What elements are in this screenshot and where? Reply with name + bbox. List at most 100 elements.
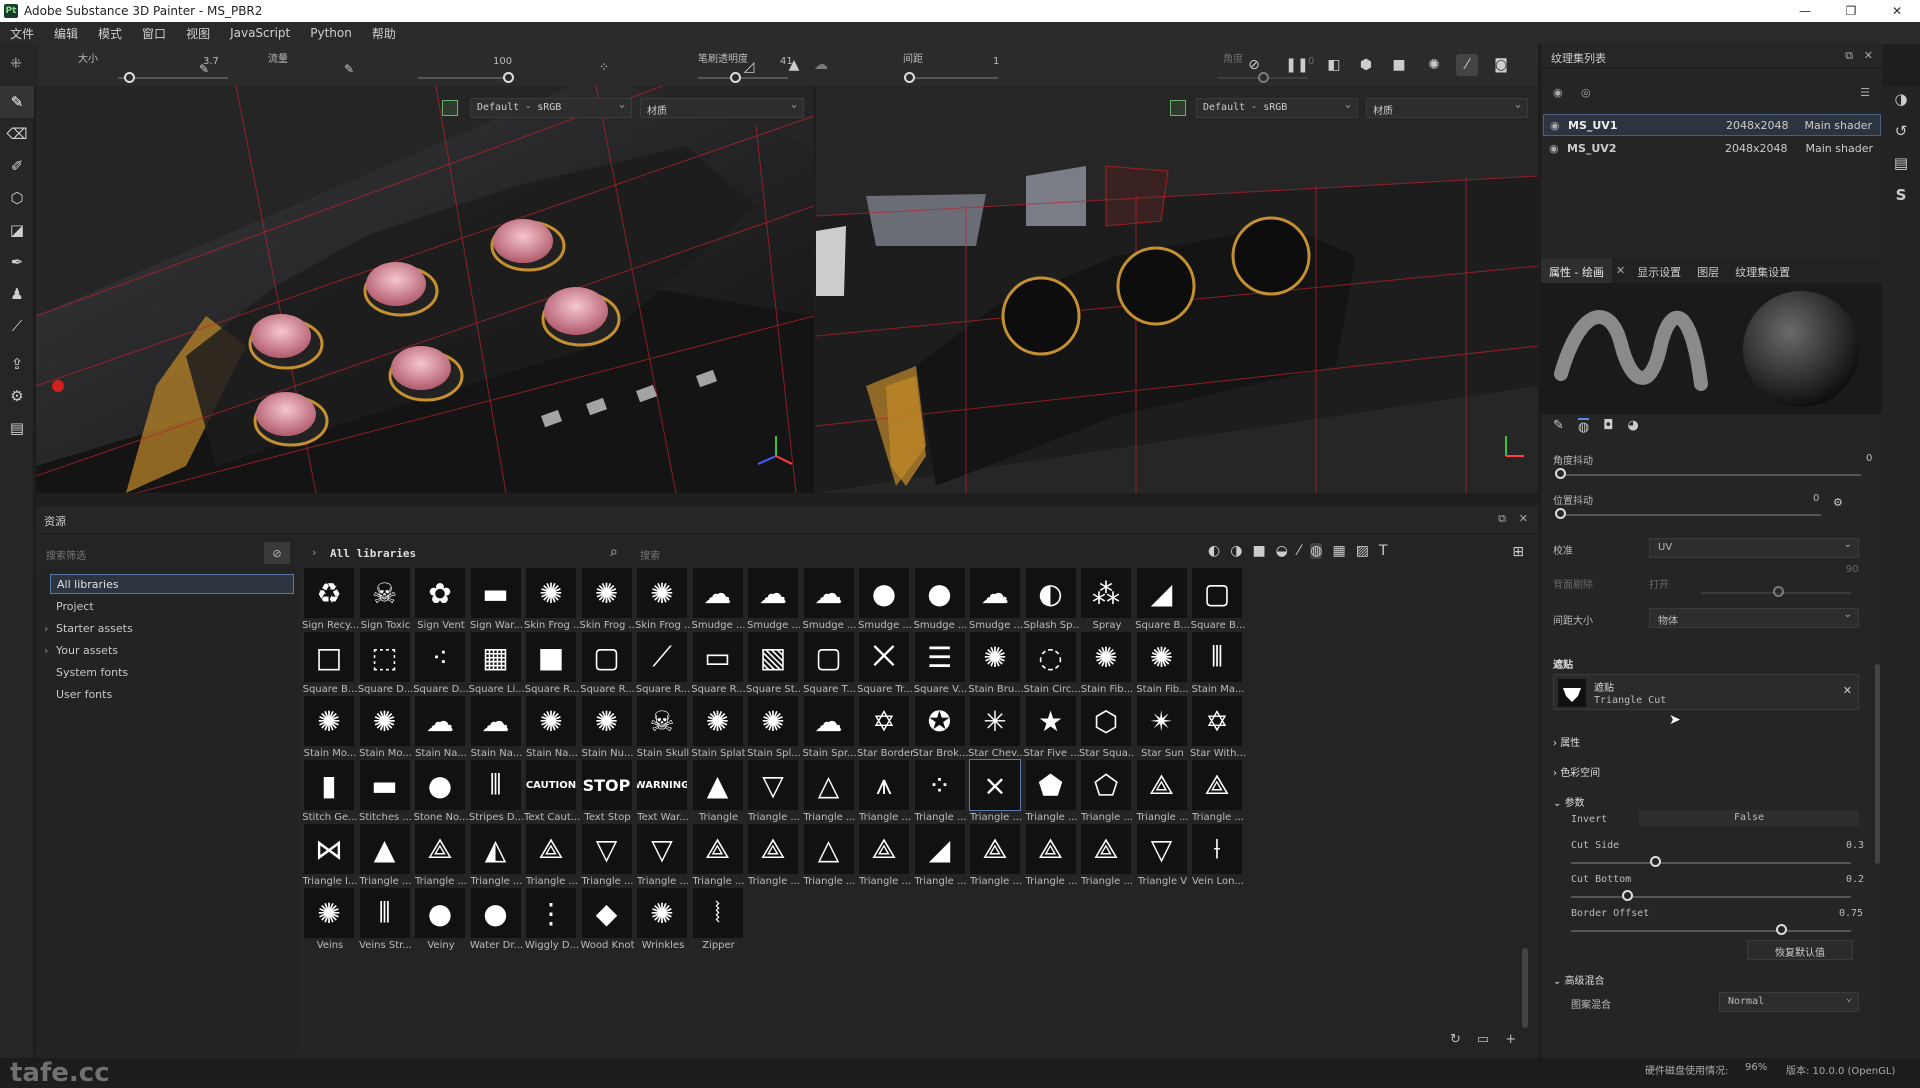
alpha-tab-icon[interactable]: ◍ — [1577, 418, 1590, 442]
viewport-3d-channel-select[interactable]: 材质 — [640, 98, 804, 118]
close-icon[interactable]: ✕ — [1874, 0, 1920, 22]
restore-icon[interactable]: ❐ — [1828, 0, 1874, 22]
angle-jitter-track[interactable] — [1561, 474, 1861, 476]
environment-icon[interactable]: ◑ — [1894, 90, 1907, 108]
asset-tile[interactable]: ◢ Triangle ... — [913, 824, 968, 900]
tab-layers[interactable]: 图层 — [1689, 258, 1727, 283]
split-view-icon[interactable]: ◧ — [1323, 54, 1345, 76]
tab-close-icon[interactable]: ✕ — [1612, 258, 1629, 283]
viewport-2d[interactable]: Default - sRGB 材质 — [816, 86, 1538, 493]
visibility-eye-icon[interactable]: ◉ — [1550, 119, 1560, 132]
asset-tile[interactable]: ⟁ Triangle ... — [968, 824, 1023, 900]
menu-window[interactable]: 窗口 — [132, 25, 176, 42]
ts-menu-icon[interactable]: ☰ — [1860, 86, 1870, 99]
asset-tile[interactable]: △ Triangle ... — [802, 824, 857, 900]
log-icon[interactable]: ▤ — [1894, 154, 1908, 172]
filter-mask-icon[interactable]: ■ — [1252, 543, 1265, 559]
refresh-icon[interactable]: ↻ — [1450, 1032, 1461, 1047]
asset-tile[interactable]: ◆ Wood Knot — [580, 888, 635, 964]
filter-brush-icon[interactable]: ⁄ — [1298, 543, 1300, 559]
lighting-icon[interactable]: ✺ — [1423, 54, 1445, 76]
filter-alpha-icon[interactable]: ◍ — [1310, 543, 1323, 559]
invert-toggle[interactable]: False — [1639, 810, 1859, 826]
projection-icon[interactable]: ✐ — [0, 150, 34, 182]
spacing-knob[interactable] — [903, 72, 915, 83]
cube-view-icon[interactable]: ⬢ — [1355, 54, 1377, 76]
eraser-icon[interactable]: ⌫ — [0, 118, 34, 150]
viewport-2d-channel-select[interactable]: 材质 — [1366, 98, 1528, 118]
assets-search-input[interactable]: 搜索 — [640, 547, 660, 562]
backface-cull-knob[interactable] — [1773, 586, 1784, 597]
position-jitter-track[interactable] — [1561, 514, 1821, 516]
visibility-eye-icon[interactable]: ◉ — [1549, 142, 1559, 155]
texture-set-row[interactable]: ◉ MS_UV2 2048x2048 Main shader — [1543, 138, 1881, 160]
asset-tile[interactable]: ✺ Wrinkles — [635, 888, 690, 964]
asset-tile[interactable]: ⟁ Triangle ... — [857, 824, 912, 900]
close-panel-icon[interactable]: ✕ — [1519, 512, 1528, 525]
alignment-select[interactable]: UV — [1649, 538, 1859, 558]
tree-item-user-fonts[interactable]: User fonts — [56, 688, 112, 701]
export-icon[interactable]: ⇪ — [0, 348, 34, 380]
alpha-slot[interactable]: 遮贴 Triangle Cut ✕ — [1553, 674, 1859, 710]
texture-set-row[interactable]: ◉ MS_UV1 2048x2048 Main shader — [1543, 114, 1881, 136]
undock-icon[interactable]: ⧉ — [1498, 512, 1506, 526]
paint-mode-icon[interactable]: ⁄ — [1456, 54, 1478, 76]
jitter-settings-gear-icon[interactable]: ⚙ — [1833, 496, 1843, 509]
paint-brush-icon[interactable]: ✎ — [0, 86, 34, 118]
asset-tile[interactable]: ⦚ Zipper — [691, 888, 746, 964]
menu-edit[interactable]: 编辑 — [44, 25, 88, 42]
library-filter-input[interactable]: 搜索筛选 — [46, 547, 86, 562]
symmetry-icon[interactable]: ⁜ — [10, 56, 22, 72]
tree-item-all-libraries[interactable]: All libraries — [50, 574, 294, 594]
filter-image-icon[interactable]: ▨ — [1356, 543, 1369, 559]
ts-close-icon[interactable]: ✕ — [1864, 49, 1873, 62]
asset-tile[interactable]: ● Veiny — [413, 888, 468, 964]
asset-tile[interactable]: ⟁ Triangle ... — [746, 824, 801, 900]
asset-tile[interactable]: ⟁ Triangle ... — [1024, 824, 1079, 900]
asset-tile[interactable]: ▽ Triangle V — [1135, 824, 1190, 900]
cut-side-knob[interactable] — [1650, 856, 1661, 867]
ts-undock-icon[interactable]: ⧉ — [1845, 49, 1853, 63]
tree-expand-icon-2[interactable]: › — [44, 644, 48, 657]
ts-visibility-icon[interactable]: ◉ — [1553, 86, 1563, 99]
document-icon[interactable]: ▤ — [0, 412, 34, 444]
tab-display-settings[interactable]: 显示设置 — [1629, 258, 1689, 283]
asset-tile[interactable]: ✺ Veins — [302, 888, 357, 964]
section-advanced-blend[interactable]: ⌄ 高级混合 — [1553, 972, 1605, 987]
tab-properties-paint[interactable]: 属性 - 绘画 — [1541, 258, 1612, 283]
new-folder-icon[interactable]: ▭ — [1477, 1032, 1489, 1047]
grid-view-icon[interactable]: ⊞ — [1512, 544, 1524, 560]
material-tab-icon[interactable]: ◕ — [1628, 418, 1639, 442]
tree-item-your-assets[interactable]: Your assets — [56, 644, 118, 657]
filter-material-icon[interactable]: ◐ — [1208, 543, 1220, 559]
minimize-icon[interactable]: — — [1782, 0, 1828, 22]
tree-item-starter-assets[interactable]: Starter assets — [56, 622, 133, 635]
tree-item-system-fonts[interactable]: System fonts — [56, 666, 128, 679]
viewport-3d[interactable]: Default - sRGB 材质 — [36, 86, 814, 493]
pen-pressure-icon-2[interactable]: ✎ — [338, 58, 360, 80]
position-jitter-knob[interactable] — [1555, 508, 1566, 519]
asset-tile[interactable]: ⦀ Veins Str... — [358, 888, 413, 964]
border-offset-knob[interactable] — [1776, 924, 1787, 935]
tab-texture-set-settings[interactable]: 纹理集设置 — [1727, 258, 1798, 283]
ts-eye-icon[interactable]: ◎ — [1581, 86, 1591, 99]
spacing-size-select[interactable]: 物体 — [1649, 608, 1859, 628]
menu-javascript[interactable]: JavaScript — [220, 26, 300, 40]
filter-visibility-icon[interactable]: ⊘ — [264, 542, 290, 564]
brush-tab-icon[interactable]: ✎ — [1553, 418, 1564, 442]
polygon-fill-icon[interactable]: ⬡ — [0, 182, 34, 214]
stamp-icon[interactable]: ♟ — [0, 278, 34, 310]
pattern-blend-select[interactable]: Normal — [1719, 992, 1859, 1012]
clone-icon[interactable]: ✒ — [0, 246, 34, 278]
filter-grid-texture-icon[interactable]: ▦ — [1332, 543, 1345, 559]
filter-generator-icon[interactable]: ◒ — [1276, 543, 1288, 559]
lazy-mouse-icon[interactable]: ☁ — [810, 54, 832, 76]
tree-item-project[interactable]: Project — [56, 600, 94, 613]
viewport-2d-colorspace-icon[interactable] — [1170, 100, 1186, 116]
section-colorspace[interactable]: › 色彩空间 — [1553, 764, 1600, 779]
size-slider-knob[interactable] — [124, 72, 135, 83]
bake-icon[interactable]: ⚙ — [0, 380, 34, 412]
menu-mode[interactable]: 模式 — [88, 25, 132, 42]
pen-pressure-icon[interactable]: ✎ — [193, 58, 215, 80]
border-offset-track[interactable] — [1571, 930, 1851, 932]
